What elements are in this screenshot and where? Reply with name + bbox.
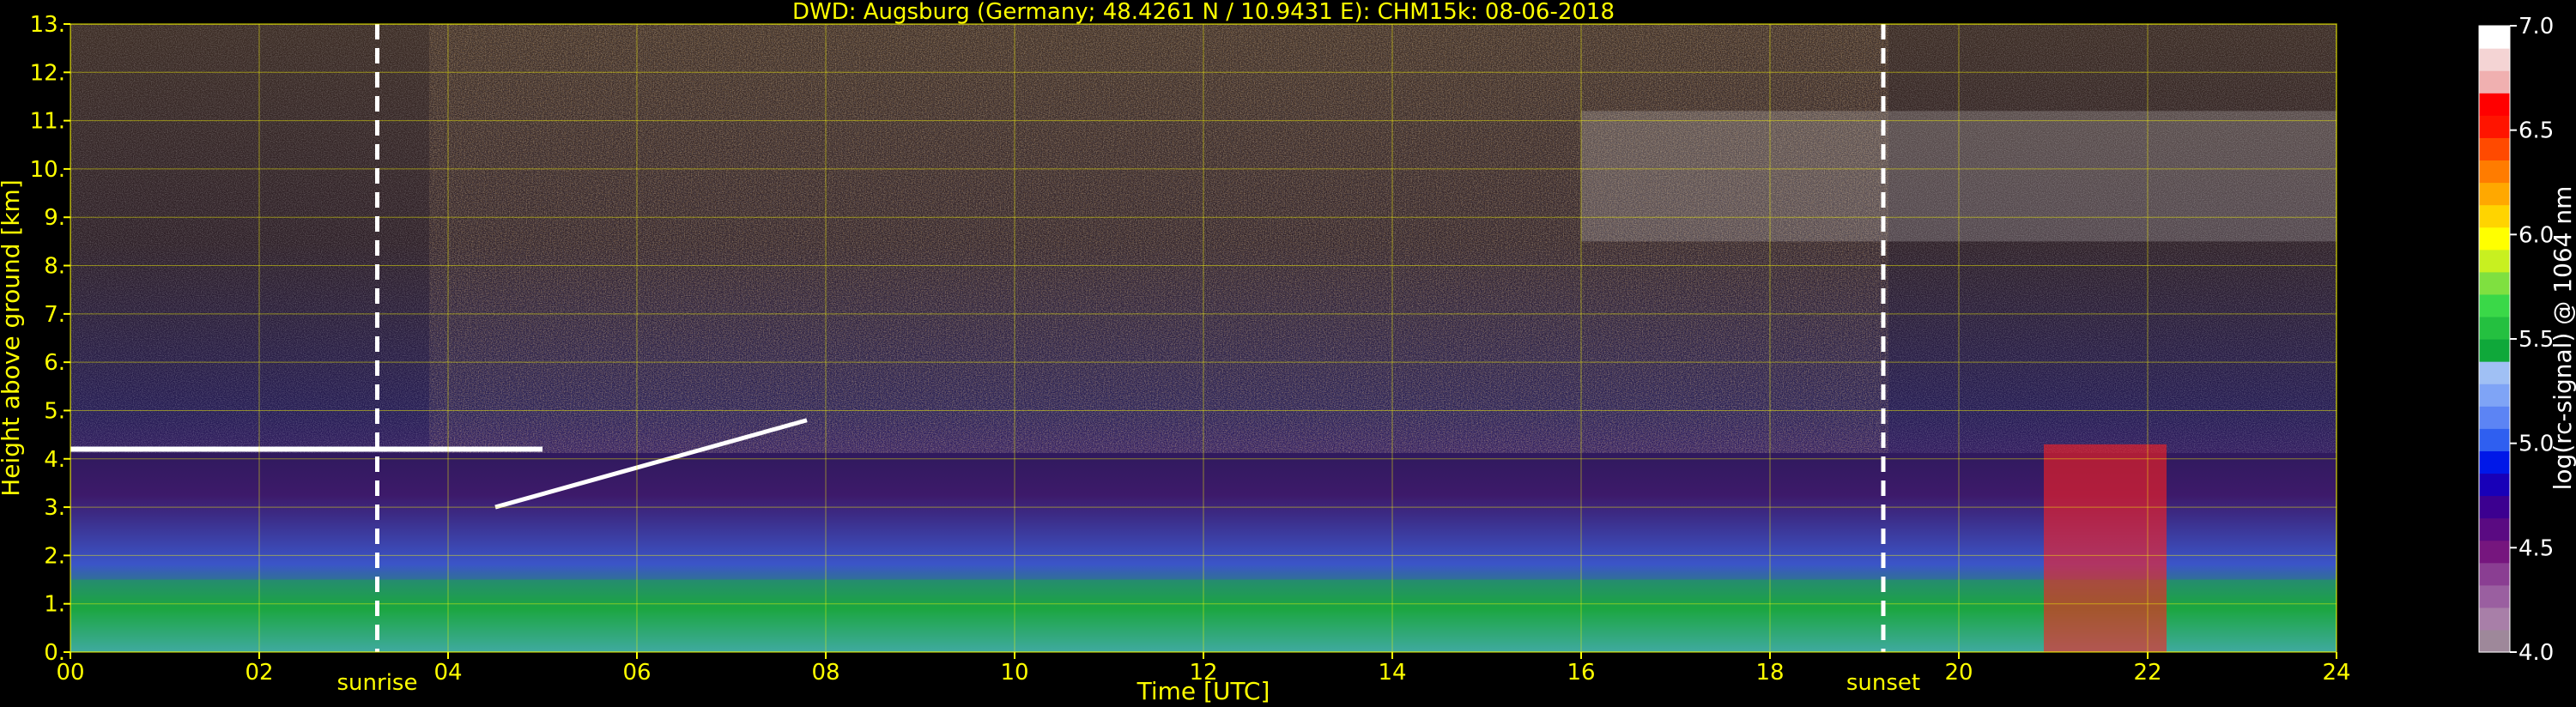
x-axis-label: Time [UTC] — [1136, 677, 1270, 705]
colorbar-segment — [2479, 115, 2510, 138]
colorbar-segment — [2479, 316, 2510, 340]
lidar-chart: 00 02 04 06 08 10 12 14 16 18 20 22 24 0.1.2.3.4.5.6… — [0, 0, 2576, 705]
colorbar-segment — [2479, 182, 2510, 206]
colorbar-segment — [2479, 517, 2510, 541]
event-labels: sunrise sunset — [337, 670, 1921, 696]
colorbar-segment — [2479, 361, 2510, 384]
colorbar-tick-label: 4.5 — [2518, 535, 2554, 561]
y-tick-label: 12. — [30, 60, 65, 86]
colorbar-segment — [2479, 249, 2510, 273]
colorbar-segment — [2479, 48, 2510, 71]
x-tick-label: 14 — [1378, 660, 1406, 686]
y-tick-label: 13. — [30, 12, 65, 38]
x-tick-label: 04 — [433, 660, 462, 686]
x-tick-label: 06 — [622, 660, 651, 686]
y-tick-label: 11. — [30, 109, 65, 135]
colorbar-segment — [2479, 406, 2510, 429]
x-tick-label: 20 — [1944, 660, 1973, 686]
colorbar-segment — [2479, 607, 2510, 631]
feature-convective-cloud — [2044, 444, 2167, 652]
colorbar-segment — [2479, 271, 2510, 295]
colorbar-ticks: 4.04.55.05.56.06.57.0 — [2510, 14, 2554, 666]
colorbar-segment — [2479, 495, 2510, 519]
y-tick-label: 8. — [44, 254, 65, 280]
y-tick-label: 5. — [44, 398, 65, 424]
colorbar-segment — [2479, 473, 2510, 497]
y-tick-label: 6. — [44, 350, 65, 376]
event-label-sunset: sunset — [1846, 670, 1920, 696]
colorbar-tick-label: 4.0 — [2518, 640, 2554, 666]
y-tick-label: 4. — [44, 447, 65, 473]
y-tick-label: 3. — [44, 495, 65, 521]
colorbar-segment — [2479, 629, 2510, 653]
colorbar-segment — [2479, 562, 2510, 586]
chart-title: DWD: Augsburg (Germany; 48.4261 N / 10.9… — [792, 0, 1615, 25]
colorbar-segment — [2479, 384, 2510, 407]
event-label-sunrise: sunrise — [337, 670, 418, 696]
x-tick-label: 16 — [1567, 660, 1595, 686]
colorbar-segment — [2479, 339, 2510, 362]
y-tick-label: 1. — [44, 592, 65, 618]
colorbar-segment — [2479, 204, 2510, 228]
colorbar — [2478, 25, 2511, 653]
x-tick-label: 08 — [811, 660, 839, 686]
colorbar-segment — [2479, 450, 2510, 474]
plot-area — [70, 24, 2337, 652]
colorbar-segment — [2479, 227, 2510, 251]
colorbar-segment — [2479, 70, 2510, 94]
colorbar-tick-label: 7.0 — [2518, 14, 2554, 39]
y-tick-label: 9. — [44, 205, 65, 231]
y-tick-label: 7. — [44, 302, 65, 328]
y-tick-label: 0. — [44, 640, 65, 666]
x-tick-label: 18 — [1755, 660, 1784, 686]
colorbar-segment — [2479, 293, 2510, 317]
colorbar-segment — [2479, 540, 2510, 564]
colorbar-segment — [2479, 160, 2510, 184]
x-tick-label: 22 — [2133, 660, 2161, 686]
x-tick-label: 02 — [245, 660, 273, 686]
y-axis-label: Height above ground [km] — [0, 179, 25, 497]
y-axis-ticks: 0. 1. 2. 3. 4. 5. 6. 7. 8. 9. 10. 11. 12. 13. — [30, 12, 70, 666]
colorbar-label: log(rc-signal) @ 1064 nm — [2549, 186, 2576, 491]
x-tick-label: 24 — [2322, 660, 2350, 686]
colorbar-segment — [2479, 428, 2510, 451]
colorbar-segment — [2479, 26, 2510, 49]
colorbar-segment — [2479, 137, 2510, 161]
colorbar-segment — [2479, 584, 2510, 608]
y-tick-label: 2. — [44, 543, 65, 569]
x-tick-label: 10 — [1000, 660, 1028, 686]
colorbar-tick-label: 6.5 — [2518, 118, 2554, 144]
y-tick-label: 10. — [30, 157, 65, 183]
colorbar-segment — [2479, 93, 2510, 116]
